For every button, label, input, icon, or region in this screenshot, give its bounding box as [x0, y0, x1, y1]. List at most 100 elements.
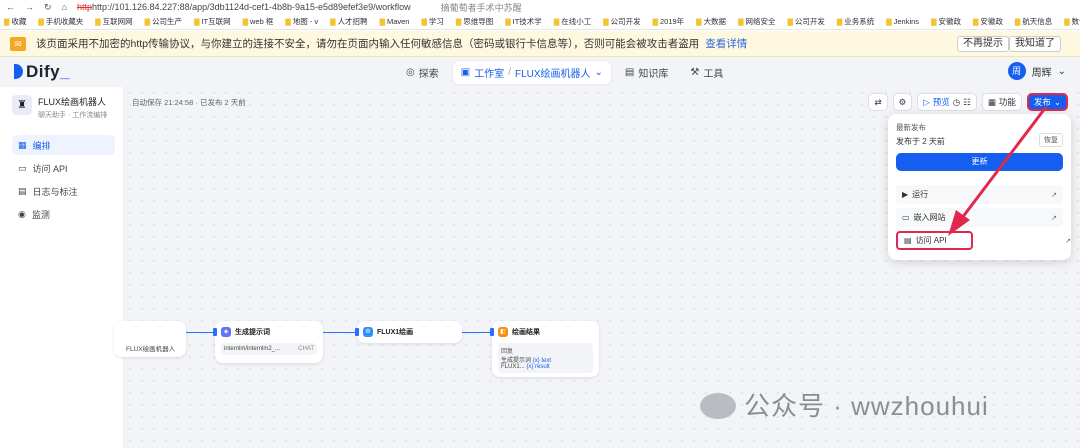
dont-show-button[interactable]: 不再提示 [957, 36, 1009, 52]
nav-tools[interactable]: ⚒ 工具 [682, 61, 731, 84]
bookmark-item[interactable]: 思维导图 [456, 16, 493, 27]
bookmark-item[interactable]: 业务系统 [837, 16, 874, 27]
warning-icon: ✉ [10, 36, 26, 51]
edge-handle[interactable] [213, 328, 217, 336]
watermark: 公众号 · wwzhouhui [700, 386, 989, 423]
forward-icon[interactable]: → [25, 2, 34, 12]
address-bar[interactable]: httphttp://101.126.84.227:88/app/3db1124… [77, 2, 411, 12]
restore-button[interactable]: 恢复 [1039, 133, 1063, 147]
bookmark-item[interactable]: 安徽政 [931, 16, 961, 27]
checklist-icon: ☷ [963, 96, 971, 107]
bookmarks-bar: 收藏 手机收藏夹互联网网 公司生产 IT互联网 web 框 地图 - v 人才招聘 Maven… [0, 14, 1080, 30]
nav-knowledge[interactable]: ▤ 知识库 [617, 61, 676, 84]
main-nav: ◎ 探索 ▣ 工作室 / FLUX绘画机器人 ⌄ ▤ 知识库 ⚒ 工具 [398, 61, 731, 84]
nav-explore[interactable]: ◎ 探索 [398, 61, 447, 84]
home-icon[interactable]: ⌂ [62, 2, 67, 12]
bookmark-item[interactable]: 安徽政 [973, 16, 1003, 27]
history-icon: ◷ [952, 96, 961, 107]
bookmark-item[interactable]: 公司开发 [603, 16, 641, 27]
external-link-icon: ↗ [1051, 191, 1057, 199]
publish-popover: 最新发布 发布于 2 天前 恢复 更新 ▶ 运行 ↗ ▭ 嵌入网站 ↗ ▤ 访问 API ↗ [888, 114, 1071, 260]
nav-studio[interactable]: ▣ 工作室 / FLUX绘画机器人 ⌄ [452, 61, 611, 84]
bookmark-item[interactable]: 收藏 [4, 16, 26, 27]
monitor-icon: ◉ [18, 208, 26, 219]
bookmark-item[interactable]: 手机收藏夹 [38, 16, 84, 27]
llm-node[interactable]: ◈ 生成提示词 internlm/internlm2_... CHAT [215, 321, 323, 363]
app-header: Dify_ ◎ 探索 ▣ 工作室 / FLUX绘画机器人 ⌄ ▤ 知识库 ⚒ 工具 周 周辉 ⌄ [0, 57, 1080, 87]
wechat-icon [700, 393, 736, 419]
access-api-row[interactable]: ▤ 访问 API ↗ [896, 231, 1071, 250]
bookmark-item[interactable]: 在线小工 [554, 16, 591, 27]
layout-icon: ▦ [18, 139, 27, 150]
bookmark-item[interactable]: IT技术学 [505, 16, 542, 27]
autosave-status: 自动保存 21:24:58 · 已发布 2 天前 [132, 98, 246, 107]
publish-button[interactable]: 发布 ⌄ [1026, 93, 1068, 111]
bookmark-item[interactable]: 地图 - v [285, 16, 318, 27]
sidebar-item-orchestrate[interactable]: ▦ 编排 [12, 135, 115, 155]
document-icon: ▤ [18, 185, 27, 196]
embed-site-row[interactable]: ▭ 嵌入网站 ↗ [896, 208, 1063, 227]
bookmark-item[interactable]: 航天信息 [1015, 16, 1052, 27]
bookmark-item[interactable]: 2019年 [653, 16, 684, 27]
play-icon: ▷ [923, 96, 930, 107]
edge [323, 332, 357, 333]
bookmark-item[interactable]: Jenkins [886, 17, 919, 26]
sidebar-item-monitor[interactable]: ◉ 监测 [12, 204, 115, 224]
answer-icon: ◧ [498, 327, 508, 337]
wrench-icon: ⚒ [690, 67, 700, 78]
bookmark-item[interactable]: Maven [380, 17, 410, 26]
run-app-row[interactable]: ▶ 运行 ↗ [896, 185, 1063, 204]
file-icon: ▤ [904, 236, 912, 245]
app-info[interactable]: ♜ FLUX绘画机器人 聊天助手 · 工作流编排 [12, 95, 107, 120]
grid-icon: ▦ [987, 96, 996, 107]
start-node[interactable]: FLUX绘画机器人 [114, 321, 186, 357]
env-icon: ⇄ [874, 96, 882, 107]
robot-icon: ▣ [460, 67, 471, 78]
answer-node[interactable]: ◧ 绘画结果 回复 生成提示词 {x} text FLUX1... {x} res… [492, 321, 599, 377]
bookmark-item[interactable]: 公司生产 [145, 16, 182, 27]
features-button[interactable]: ▦ 功能 [981, 93, 1022, 111]
sidebar-item-logs[interactable]: ▤ 日志与标注 [12, 181, 115, 201]
edge-handle[interactable] [490, 328, 494, 336]
security-warning-bar: ✉ 该页面采用不加密的http传输协议，与你建立的连接不安全，请勿在页面内输入任… [0, 31, 1080, 57]
warning-text: 该页面采用不加密的http传输协议，与你建立的连接不安全，请勿在页面内输入任何敏… [36, 38, 700, 50]
edge [462, 332, 492, 333]
edge [186, 332, 214, 333]
play-icon: ▶ [902, 190, 909, 199]
search-box[interactable]: 摘葡萄者手术中苏醒 [441, 1, 522, 14]
bookmark-item[interactable]: 学习 [421, 16, 444, 27]
terminal-icon: ▭ [18, 162, 27, 173]
app-icon: ♜ [12, 95, 32, 115]
canvas-toolbar: ⇄ ⚙ ▷ 预览 ◷ ☷ ▦ 功能 发布 ⌄ [868, 93, 1068, 111]
back-icon[interactable]: ← [6, 2, 15, 12]
reload-icon[interactable]: ↻ [44, 2, 52, 13]
bookmark-item[interactable]: web 框 [243, 16, 273, 27]
debug-button[interactable]: ⚙ [892, 93, 913, 111]
bug-icon: ⚙ [898, 96, 907, 107]
user-menu[interactable]: 周 周辉 ⌄ [1007, 62, 1066, 80]
book-icon: ▤ [624, 67, 635, 78]
update-button[interactable]: 更新 [896, 153, 1063, 171]
bookmark-item[interactable]: 网络安全 [738, 16, 775, 27]
preview-button[interactable]: ▷ 预览 ◷ ☷ [917, 93, 977, 111]
bookmark-item[interactable]: 大数据 [696, 16, 727, 27]
bookmark-item[interactable]: 互联网网 [95, 16, 133, 27]
bookmark-item[interactable]: 人才招聘 [330, 16, 368, 27]
sidebar-item-api[interactable]: ▭ 访问 API [12, 158, 115, 178]
tool-icon: ⚙ [363, 327, 373, 337]
details-link[interactable]: 查看详情 [705, 36, 747, 51]
embed-icon: ▭ [902, 213, 910, 222]
env-button[interactable]: ⇄ [868, 93, 888, 111]
flux-node[interactable]: ⚙ FLUX1绘画 [357, 321, 462, 343]
bookmark-item[interactable]: 数优网 [1064, 16, 1080, 27]
external-link-icon: ↗ [1051, 214, 1057, 222]
edge-handle[interactable] [355, 328, 359, 336]
dify-logo[interactable]: Dify_ [14, 62, 70, 82]
bookmark-item[interactable]: IT互联网 [194, 16, 230, 27]
compass-icon: ◎ [406, 67, 415, 78]
chevron-down-icon: ⌄ [1053, 96, 1061, 107]
got-it-button[interactable]: 我知道了 [1009, 36, 1061, 52]
model-selector[interactable]: internlm/internlm2_... CHAT [221, 343, 317, 355]
avatar: 周 [1007, 62, 1026, 80]
bookmark-item[interactable]: 公司开发 [787, 16, 825, 27]
